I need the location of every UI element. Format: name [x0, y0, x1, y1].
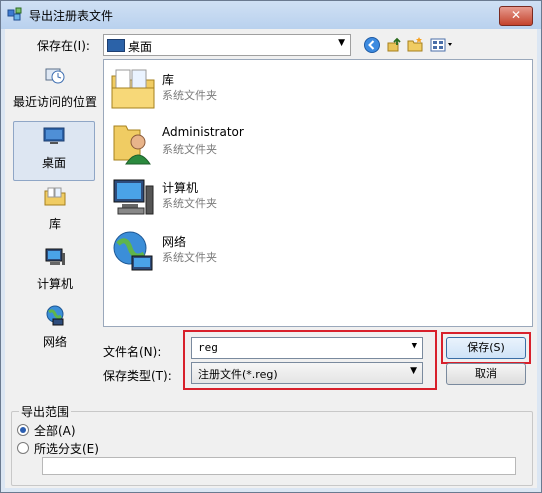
save-in-dropdown[interactable]: 桌面 ▼ [103, 34, 351, 56]
radio-label: 所选分支(E) [34, 442, 99, 456]
network-icon [46, 305, 64, 326]
file-type-label: 保存类型(T): [103, 369, 172, 383]
view-menu-icon[interactable] [429, 36, 455, 54]
radio-selected-branch[interactable]: 所选分支(E) [17, 440, 317, 456]
registry-editor-icon [7, 7, 22, 21]
back-icon[interactable] [363, 36, 381, 54]
radio-unselected-icon [17, 442, 29, 454]
highlight-box [441, 332, 531, 364]
computer-icon [113, 179, 154, 215]
cancel-button[interactable]: 取消 [446, 363, 526, 385]
list-item[interactable]: Administrator 系统文件夹 [110, 120, 510, 170]
file-name: 计算机 [162, 181, 199, 195]
chevron-down-icon: ▼ [338, 38, 345, 48]
radio-all[interactable]: 全部(A) [17, 422, 317, 438]
branch-path-input[interactable] [42, 457, 516, 475]
place-desktop[interactable]: 桌面 [13, 121, 95, 181]
place-label: 库 [48, 217, 61, 231]
desktop-icon [43, 127, 65, 144]
file-type: 系统文件夹 [162, 251, 217, 264]
place-computer[interactable]: 计算机 [11, 243, 99, 301]
place-label: 桌面 [41, 156, 66, 170]
file-name-label: 文件名(N): [103, 345, 162, 359]
close-button[interactable]: ✕ [499, 6, 533, 26]
file-name: Administrator [162, 125, 244, 139]
file-type: 系统文件夹 [162, 143, 217, 156]
dialog-body: 保存在(I): 桌面 ▼ 最近访问的位置 桌面 库 计算机 网络 库 系统文件夹… [5, 29, 537, 488]
export-range-title: 导出范围 [19, 403, 72, 420]
place-libraries[interactable]: 库 [11, 183, 99, 241]
file-type: 系统文件夹 [162, 197, 217, 210]
up-folder-icon[interactable] [385, 36, 403, 54]
window-title: 导出注册表文件 [29, 9, 114, 23]
list-item[interactable]: 计算机 系统文件夹 [110, 174, 510, 224]
desktop-icon [107, 39, 125, 52]
list-item[interactable]: 网络 系统文件夹 [110, 228, 510, 278]
list-item[interactable]: 库 系统文件夹 [110, 66, 510, 116]
place-recent[interactable]: 最近访问的位置 [11, 61, 99, 119]
title-bar: 导出注册表文件 ✕ [1, 1, 541, 29]
place-label: 最近访问的位置 [12, 95, 97, 109]
place-label: 网络 [42, 335, 67, 349]
new-folder-icon[interactable] [406, 36, 424, 54]
radio-label: 全部(A) [34, 424, 76, 438]
save-in-label: 保存在(I): [37, 39, 90, 53]
save-in-value: 桌面 [128, 40, 153, 54]
file-name: 库 [162, 73, 175, 87]
file-type: 系统文件夹 [162, 89, 217, 102]
computer-icon [45, 248, 65, 265]
highlight-box [183, 330, 437, 390]
close-icon: ✕ [510, 8, 522, 22]
place-network[interactable]: 网络 [11, 301, 99, 359]
library-icon [44, 187, 66, 206]
recent-places-icon [45, 68, 65, 84]
user-folder-icon [113, 125, 151, 165]
radio-selected-icon [17, 424, 29, 436]
export-registry-dialog: 导出注册表文件 ✕ 保存在(I): 桌面 ▼ 最近访问的位置 桌面 库 计算机 … [0, 0, 542, 493]
file-list[interactable]: 库 系统文件夹 Administrator 系统文件夹 计算机 系统文件夹 网络… [103, 59, 533, 327]
place-label: 计算机 [36, 277, 73, 291]
places-bar: 最近访问的位置 桌面 库 计算机 网络 [11, 61, 99, 351]
library-icon [111, 69, 155, 109]
file-name: 网络 [162, 235, 187, 249]
network-icon [113, 231, 153, 271]
